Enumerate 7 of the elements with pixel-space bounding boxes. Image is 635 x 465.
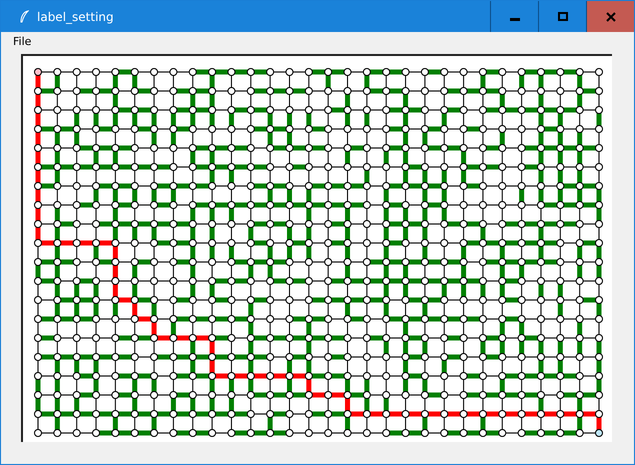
feather-icon <box>19 10 29 24</box>
close-button[interactable] <box>586 1 634 32</box>
close-icon <box>606 12 616 22</box>
window-title: label_setting <box>37 10 115 24</box>
menu-item[interactable]: File <box>13 34 32 48</box>
minimize-icon <box>510 18 520 21</box>
maximize-icon <box>558 12 568 22</box>
